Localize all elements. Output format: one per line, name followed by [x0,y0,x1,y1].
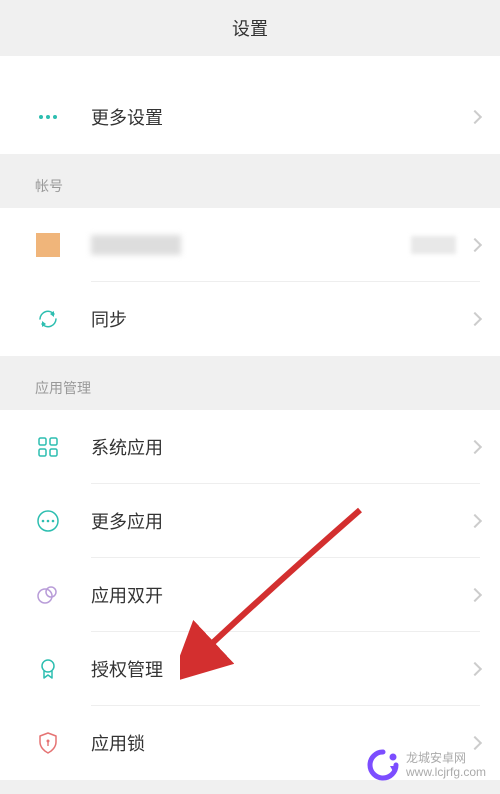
chevron-right-icon [468,513,482,527]
page-header: 设置 [0,0,500,56]
app-management-section-header: 应用管理 [0,366,500,410]
sync-label: 同步 [91,306,462,332]
more-circle-icon [35,508,61,534]
watermark-url: www.lcjrfg.com [406,765,486,779]
shield-lock-icon [35,730,61,756]
chevron-right-icon [468,661,482,675]
watermark-text: 龙城安卓网 www.lcjrfg.com [406,751,486,780]
chevron-right-icon [468,439,482,453]
row-system-apps[interactable]: 系统应用 [0,410,500,484]
top-section: 更多设置 [0,56,500,154]
account-section-header: 帐号 [0,164,500,208]
watermark-brand: 龙城安卓网 [406,751,486,765]
row-permissions[interactable]: 授权管理 [0,632,500,706]
account-detail-blurred [411,236,456,254]
chevron-right-icon [468,312,482,326]
dual-apps-label: 应用双开 [91,582,462,608]
account-name-blurred [91,235,181,255]
chevron-right-icon [468,110,482,124]
page-title: 设置 [232,15,268,41]
dual-circle-icon [35,582,61,608]
row-account-profile[interactable] [0,208,500,282]
more-horizontal-icon [35,104,61,130]
row-more-settings[interactable]: 更多设置 [0,80,500,154]
more-settings-label: 更多设置 [91,104,462,130]
section-spacer [0,154,500,164]
row-dual-apps[interactable]: 应用双开 [0,558,500,632]
row-sync[interactable]: 同步 [0,282,500,356]
chevron-right-icon [468,237,482,251]
permissions-label: 授权管理 [91,656,462,682]
app-management-section: 系统应用 更多应用 应用双开 [0,410,500,780]
watermark: 龙城安卓网 www.lcjrfg.com [366,748,486,782]
chevron-right-icon [468,587,482,601]
apps-grid-icon [35,434,61,460]
watermark-logo-icon [366,748,400,782]
system-apps-label: 系统应用 [91,434,462,460]
more-apps-label: 更多应用 [91,508,462,534]
badge-icon [35,656,61,682]
section-spacer [0,356,500,366]
sync-icon [35,306,61,332]
avatar-icon [35,232,61,258]
account-section: 同步 [0,208,500,356]
row-more-apps[interactable]: 更多应用 [0,484,500,558]
